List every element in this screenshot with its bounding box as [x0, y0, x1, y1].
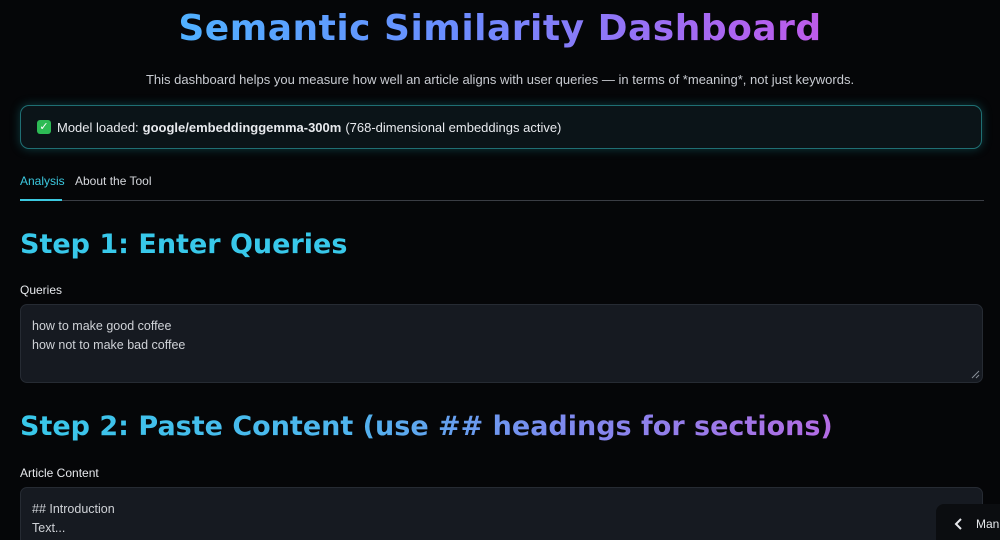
manage-app-button[interactable]: Man [936, 504, 1000, 540]
app-page: Semantic Similarity Dashboard This dashb… [0, 0, 1000, 540]
model-status-banner: ✓ Model loaded: google/embeddinggemma-30… [20, 105, 982, 149]
page-title: Semantic Similarity Dashboard [0, 8, 1000, 49]
queries-textarea[interactable]: how to make good coffee how not to make … [20, 304, 983, 383]
model-status-prefix: Model loaded: [57, 119, 139, 135]
chevron-left-icon [954, 518, 962, 530]
step1-heading: Step 1: Enter Queries [20, 229, 348, 260]
tab-about-the-tool[interactable]: About the Tool [75, 174, 152, 188]
step2-heading: Step 2: Paste Content (use ## headings f… [20, 411, 833, 442]
resize-grip-icon[interactable] [970, 369, 980, 379]
manage-button-label: Man [976, 517, 1000, 531]
queries-label: Queries [20, 283, 63, 297]
check-icon: ✓ [37, 120, 51, 134]
model-status-suffix: (768-dimensional embeddings active) [345, 119, 562, 135]
tab-label: About the Tool [75, 174, 152, 188]
active-tab-indicator [20, 199, 62, 201]
article-content-textarea[interactable]: ## Introduction Text... [20, 487, 983, 540]
model-name: google/embeddinggemma-300m [142, 119, 342, 135]
tab-analysis[interactable]: Analysis [20, 174, 65, 188]
tab-bar: Analysis About the Tool [20, 166, 984, 201]
article-content-label: Article Content [20, 466, 99, 480]
tab-label: Analysis [20, 174, 65, 188]
page-subtitle: This dashboard helps you measure how wel… [145, 72, 855, 87]
